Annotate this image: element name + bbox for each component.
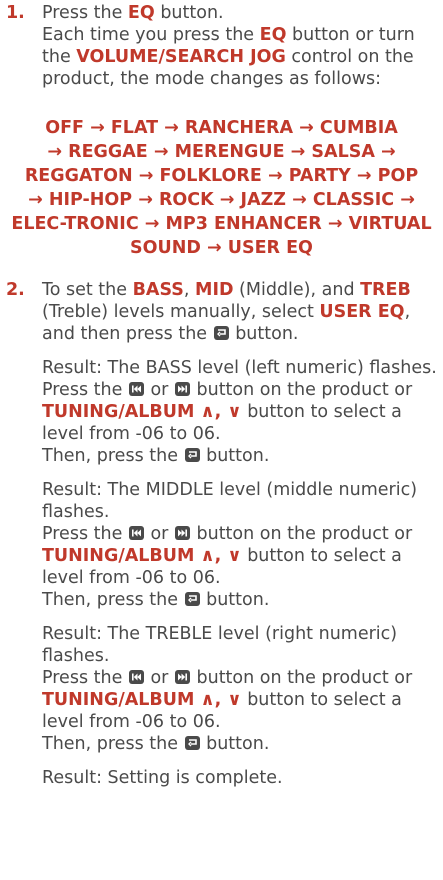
text: button.: [200, 446, 270, 466]
bass-label: BASS: [132, 280, 184, 300]
text: Press the: [42, 380, 128, 400]
step-2-intro: To set the BASS, MID (Middle), and TREB …: [42, 279, 437, 345]
tuning-album-label: TUNING/ALBUM: [42, 546, 195, 566]
text: button.: [200, 590, 270, 610]
mode-line: REGGATON → FOLKLORE → PARTY → POP: [24, 166, 419, 186]
text: button.: [200, 734, 270, 754]
text: button.: [229, 324, 299, 344]
bass-block: Result: The BASS level (left numeric) fl…: [42, 357, 437, 467]
skip-forward-icon: [174, 382, 190, 396]
text: Press the: [42, 524, 128, 544]
text: button on the product or: [190, 380, 413, 400]
then-press: Then, press the button.: [42, 445, 437, 467]
text: (Middle), and: [233, 280, 361, 300]
result-text: Result: The MIDDLE level (middle numeric…: [42, 480, 418, 522]
text: To set the: [42, 280, 133, 300]
mode-line: → REGGAE → MERENGUE → SALSA →: [47, 142, 396, 162]
result-text: Result: The TREBLE level (right numeric)…: [42, 624, 398, 666]
text: Each time you press the: [42, 25, 260, 45]
skip-back-icon: [128, 670, 144, 684]
tuning-album-label: TUNING/ALBUM: [42, 690, 195, 710]
step-1-number: 1.: [6, 3, 25, 23]
then-press: Then, press the button.: [42, 589, 437, 611]
eq-label: EQ: [259, 25, 287, 45]
mode-line: OFF → FLAT → RANCHERA → CUMBIA: [45, 118, 398, 138]
skip-back-icon: [128, 526, 144, 540]
mode-line: ELEC-TRONIC → MP3 ENHANCER → VIRTUAL: [11, 214, 432, 234]
enter-button-icon: [213, 326, 229, 340]
then-press: Then, press the button.: [42, 733, 437, 755]
treb-label: TREB: [360, 280, 411, 300]
middle-block: Result: The MIDDLE level (middle numeric…: [42, 479, 437, 611]
tuning-album-label: TUNING/ALBUM: [42, 402, 195, 422]
press-instruction: Press the or button on the product or TU…: [42, 379, 437, 445]
step-2-number: 2.: [6, 280, 25, 300]
treble-block: Result: The TREBLE level (right numeric)…: [42, 623, 437, 755]
eq-mode-sequence: OFF → FLAT → RANCHERA → CUMBIA → REGGAE …: [2, 116, 441, 260]
text: Press the: [42, 668, 128, 688]
step-1-body: Press the EQ button. Each time you press…: [42, 2, 437, 90]
mid-label: MID: [195, 280, 234, 300]
enter-button-icon: [184, 448, 200, 462]
text: Press the: [42, 3, 128, 23]
text: ,: [183, 280, 196, 300]
skip-forward-icon: [174, 526, 190, 540]
up-down-arrows: ∧, ∨: [194, 690, 242, 710]
user-eq-label: USER EQ: [319, 302, 405, 322]
mode-line: → HIP-HOP → ROCK → JAZZ → CLASSIC →: [28, 190, 415, 210]
text: or: [144, 524, 174, 544]
result-text: Result: The BASS level (left numeric) fl…: [42, 358, 437, 378]
enter-button-icon: [184, 736, 200, 750]
step-2-body: To set the BASS, MID (Middle), and TREB …: [42, 279, 437, 789]
final-result: Result: Setting is complete.: [42, 768, 283, 788]
press-instruction: Press the or button on the product or TU…: [42, 667, 437, 733]
text: button on the product or: [190, 524, 413, 544]
text: or: [144, 668, 174, 688]
skip-back-icon: [128, 382, 144, 396]
text: or: [144, 380, 174, 400]
volume-jog-label: VOLUME/SEARCH JOG: [76, 47, 286, 67]
eq-label: EQ: [127, 3, 155, 23]
up-down-arrows: ∧, ∨: [194, 402, 242, 422]
step-1-line-2: Each time you press the EQ button or tur…: [42, 24, 437, 90]
up-down-arrows: ∧, ∨: [194, 546, 242, 566]
enter-button-icon: [184, 592, 200, 606]
text: Then, press the: [42, 734, 184, 754]
step-1-line-1: Press the EQ button.: [42, 2, 437, 24]
skip-forward-icon: [174, 670, 190, 684]
text: button on the product or: [190, 668, 413, 688]
text: Then, press the: [42, 446, 184, 466]
text: Then, press the: [42, 590, 184, 610]
mode-line: SOUND → USER EQ: [130, 238, 313, 258]
text: button.: [154, 3, 224, 23]
press-instruction: Press the or button on the product or TU…: [42, 523, 437, 589]
text: (Treble) levels manually, select: [42, 302, 320, 322]
